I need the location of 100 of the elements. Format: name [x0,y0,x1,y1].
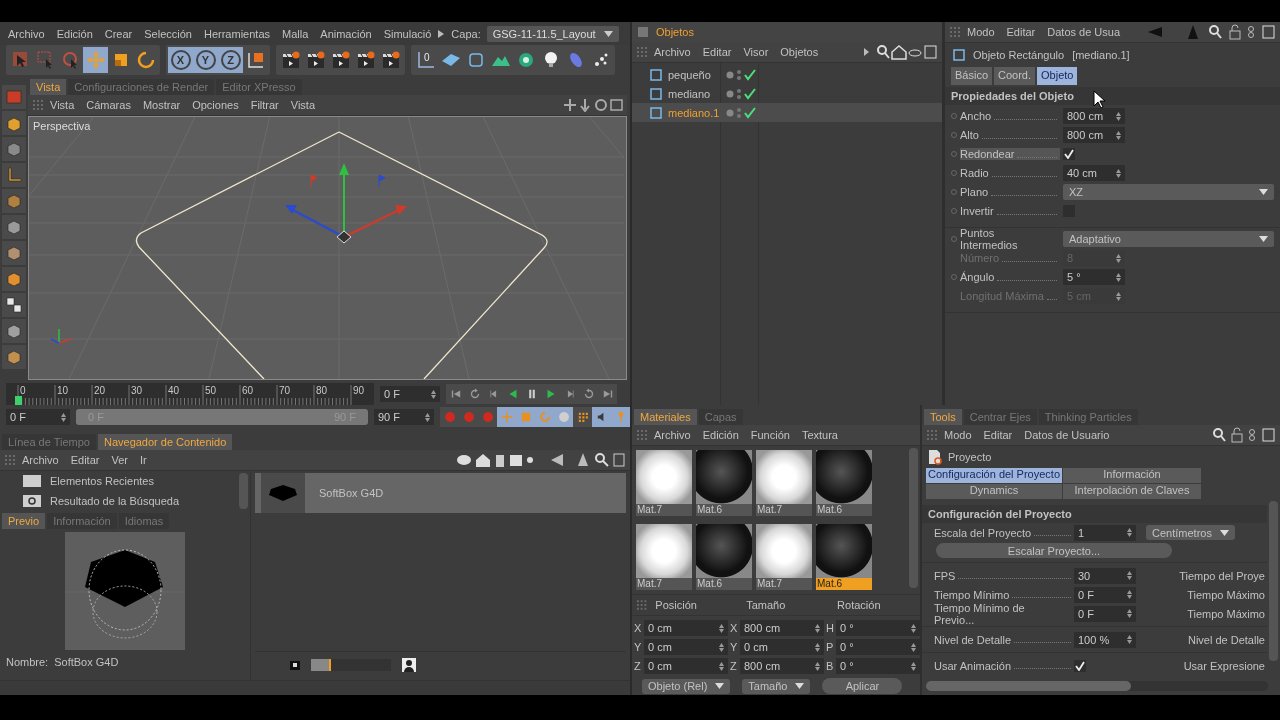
number-field[interactable]: 0 cm [644,620,728,636]
tool-button[interactable] [2,293,26,317]
number-field[interactable]: 0 cm [644,658,728,674]
attribute-toolbar-icons[interactable] [1146,24,1276,40]
menu-item[interactable]: Datos de Usua [1041,26,1127,38]
number-field[interactable]: 30 [1074,567,1136,584]
attribute-tab[interactable]: Configuración del Proyecto [926,468,1062,483]
menu-item[interactable]: Modo [938,429,978,441]
menu-item[interactable]: Herramientas [198,27,276,40]
tree-item[interactable]: Resultado de la Búsqueda [50,495,180,507]
number-field[interactable]: 0 ° [836,639,920,655]
visibility-dots-icon[interactable] [726,68,742,81]
scrollbar[interactable] [1269,501,1278,661]
menu-item[interactable]: Crear [98,27,139,40]
menu-item[interactable]: Malla [276,27,315,40]
more-arrow-icon[interactable] [437,28,446,39]
scrollbar[interactable] [926,681,1268,691]
menu-item[interactable]: Archivo [2,27,51,40]
menu-item[interactable]: Archivo [648,46,697,58]
panel-tab[interactable]: Tools [924,409,962,425]
keyframe-dot-icon[interactable] [951,151,957,157]
number-field[interactable]: 1 [1074,524,1136,541]
material-swatch[interactable]: Mat.7 [756,524,812,590]
menu-item[interactable]: Editar [977,429,1019,441]
material-swatch[interactable]: Mat.6 [816,450,872,516]
menu-item[interactable]: Filtrar [244,98,285,111]
material-swatch[interactable]: Mat.6 [816,524,872,590]
grip-icon[interactable] [949,26,961,38]
apply-button[interactable]: Aplicar [822,678,903,694]
attribute-tab[interactable]: Objeto [1037,67,1078,85]
large-thumbnail-icon[interactable] [401,657,417,673]
key-button[interactable] [592,407,611,427]
menu-item[interactable]: Opciones [186,98,245,111]
panel-tab[interactable]: Navegador de Contenido [97,434,233,450]
3d-viewport[interactable]: Perspectiva [28,115,627,380]
dropdown[interactable]: Objeto (Rel) [642,678,731,694]
attribute-tab[interactable]: Básico [951,67,993,85]
panel-tab[interactable]: Previo [2,513,46,529]
dropdown[interactable]: Tamaño [742,678,811,694]
keyframe-dot-icon[interactable] [951,236,957,242]
menu-item[interactable]: Archivo [648,429,697,441]
keyframe-dot-icon[interactable] [951,113,957,119]
panel-tab[interactable]: Materiales [634,409,697,425]
material-swatch[interactable]: Mat.7 [636,450,692,516]
grip-icon[interactable] [636,46,648,58]
dropdown[interactable]: XZ [1063,184,1274,200]
number-field[interactable]: 0 F [1074,605,1136,622]
grip-icon[interactable] [636,599,648,611]
material-swatch[interactable]: Mat.6 [696,450,752,516]
checkbox[interactable] [1063,148,1075,160]
attribute-toolbar-icons[interactable] [1212,427,1276,443]
current-frame-field[interactable]: 0 F [380,386,440,402]
check-icon[interactable] [744,68,756,81]
start-frame-field[interactable]: 0 F [6,409,70,425]
dropdown[interactable]: Adaptativo [1063,231,1274,247]
keyframe-dot-icon[interactable] [951,132,957,138]
menu-item[interactable]: Ver [105,454,134,466]
object-row[interactable]: mediano.1 [632,103,942,122]
menu-item[interactable]: Visor [737,46,775,58]
grip-icon[interactable] [926,429,938,441]
layer-dropdown[interactable]: GSG-11-11.5_Layout [486,25,619,42]
grip-icon[interactable] [4,454,16,466]
timeline-ruler[interactable]: 0 10 20 30 40 50 60 70 80 90 [6,383,374,405]
content-item[interactable]: SoftBox G4D [255,473,626,513]
number-field[interactable]: 800 cm [740,620,824,636]
menu-item[interactable]: Ir [133,454,153,466]
check-icon[interactable] [744,87,756,100]
attribute-tab[interactable]: Interpolación de Claves [1063,484,1201,499]
menu-item[interactable]: Datos de Usuario [1018,429,1116,441]
number-field[interactable]: 0 ° [836,620,920,636]
scrollbar[interactable] [239,473,248,509]
visibility-dots-icon[interactable] [726,106,742,119]
panel-tab[interactable]: Vista [30,78,67,95]
zoom-slider[interactable] [311,659,391,671]
menu-item[interactable]: Vista [44,98,81,111]
tool-button[interactable] [2,111,26,135]
menu-item[interactable]: Editar [64,454,106,466]
object-toolbar-icons[interactable] [862,44,938,60]
menu-item[interactable]: Animación [314,27,378,40]
menu-item[interactable]: Simulació [377,27,438,40]
tool-button[interactable]: X [168,47,193,73]
visibility-dots-icon[interactable] [726,87,742,100]
browser-toolbar-icons[interactable] [456,452,626,468]
number-field[interactable]: 40 cm [1063,165,1125,181]
menu-item[interactable]: Modo [961,26,1001,38]
grip-icon[interactable] [636,429,648,441]
checkbox[interactable] [1074,659,1086,672]
small-thumbnail-icon[interactable] [289,659,301,671]
menu-item[interactable]: Edición [696,429,745,441]
view-navigation-icons[interactable] [563,97,623,112]
number-field[interactable]: 0 ° [836,658,920,674]
number-field[interactable]: 100 % [1074,631,1136,648]
dropdown[interactable]: Centímetros [1146,525,1235,540]
keyframe-dot-icon[interactable] [951,274,957,280]
menu-item[interactable]: Función [744,429,796,441]
menu-item[interactable]: Vista [284,98,322,111]
number-field[interactable]: 0 cm [644,639,728,655]
menu-item[interactable]: Editar [1000,26,1042,38]
check-icon[interactable] [744,106,756,119]
end-frame-field[interactable]: 90 F [374,409,434,425]
